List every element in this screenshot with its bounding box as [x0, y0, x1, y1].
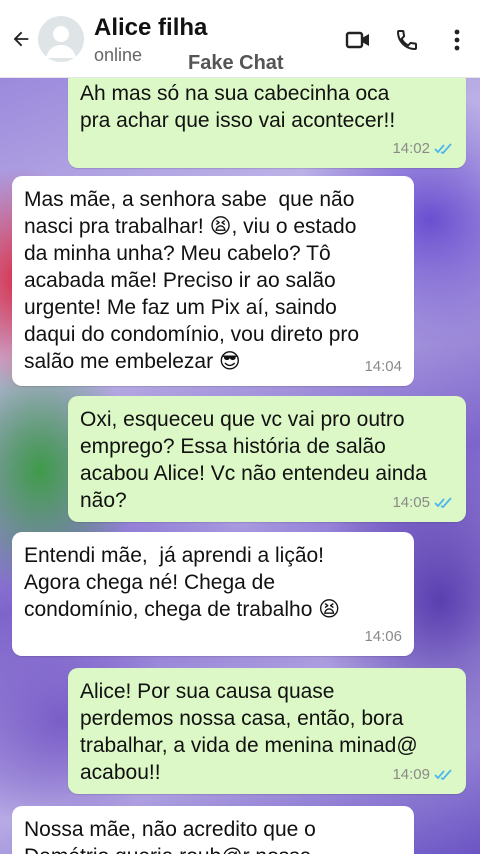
read-ticks-icon	[434, 496, 452, 508]
message-time: 14:02	[392, 140, 430, 157]
message-meta: 14:09	[392, 761, 454, 788]
message-bubble-incoming[interactable]: Nossa mãe, não acredito que o Demétrio q…	[12, 806, 414, 854]
avatar[interactable]	[38, 16, 84, 62]
phone-icon[interactable]	[393, 26, 421, 54]
message-meta: 14:04	[364, 353, 402, 380]
message-time: 14:06	[364, 628, 402, 645]
message-text: Mas mãe, a senhora sabe que não nasci pr…	[24, 188, 360, 373]
message-meta: 14:02	[392, 135, 454, 162]
read-ticks-icon	[434, 142, 452, 154]
message-bubble-incoming[interactable]: Mas mãe, a senhora sabe que não nasci pr…	[12, 176, 414, 386]
message-text: Ah mas só na sua cabecinha oca pra achar…	[80, 82, 396, 132]
message-bubble-outgoing[interactable]: Ah mas só na sua cabecinha oca pra achar…	[68, 70, 466, 168]
video-call-icon[interactable]	[344, 26, 372, 54]
read-ticks-icon	[434, 768, 452, 780]
message-time: 14:04	[364, 358, 402, 375]
watermark: Fake Chat	[188, 52, 284, 74]
message-bubble-outgoing[interactable]: Oxi, esqueceu que vc vai pro outro empre…	[68, 396, 466, 522]
message-bubble-outgoing[interactable]: Alice! Por sua causa quase perdemos noss…	[68, 668, 466, 794]
message-time: 14:05	[392, 494, 430, 511]
message-meta: 14:06	[364, 623, 402, 650]
message-time: 14:09	[392, 766, 430, 783]
message-bubble-incoming[interactable]: Entendi mãe, já aprendi a lição! Agora c…	[12, 532, 414, 656]
more-vertical-icon[interactable]	[443, 26, 471, 54]
back-arrow-icon[interactable]	[8, 26, 34, 52]
message-text: Nossa mãe, não acredito que o Demétrio q…	[24, 818, 316, 854]
message-meta: 14:05	[392, 489, 454, 516]
contact-name[interactable]: Alice filha	[94, 14, 207, 42]
message-text: Entendi mãe, já aprendi a lição! Agora c…	[24, 544, 341, 621]
contact-status: online	[94, 45, 143, 65]
